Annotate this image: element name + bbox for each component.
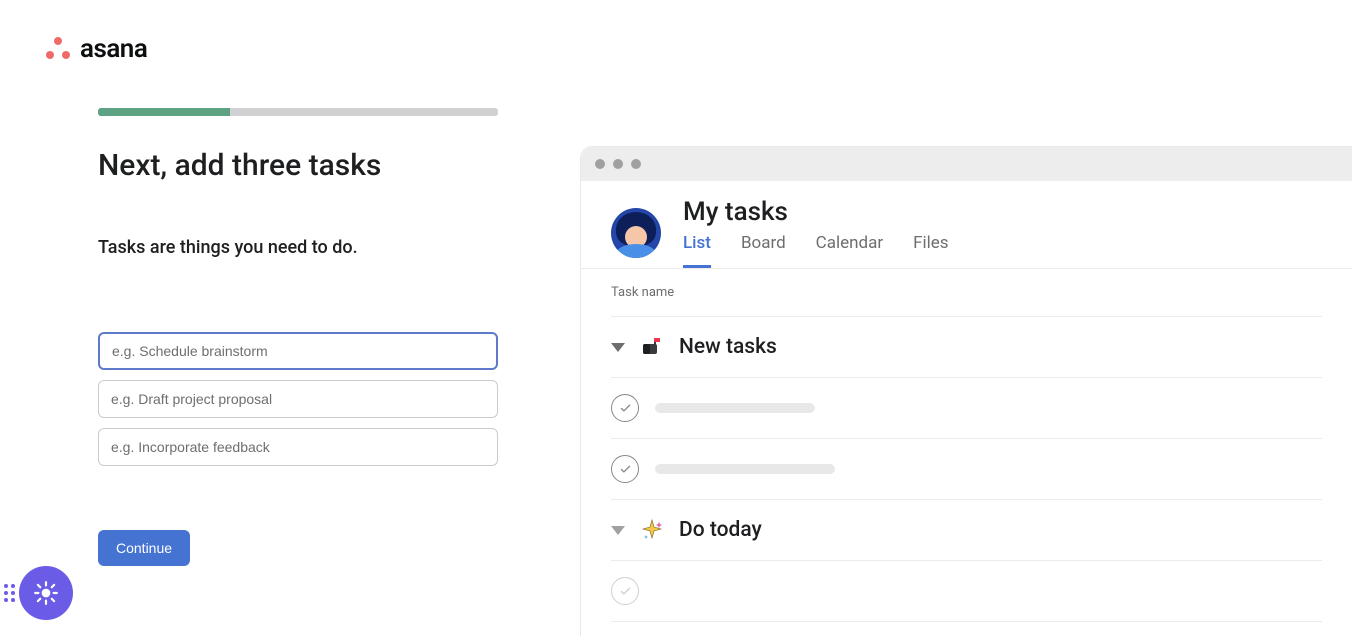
check-circle-icon[interactable]	[611, 577, 639, 605]
chevron-down-icon	[611, 343, 625, 352]
task-placeholder	[655, 403, 815, 413]
task-row[interactable]	[611, 560, 1322, 622]
check-circle-icon[interactable]	[611, 394, 639, 422]
progress-fill	[98, 108, 230, 116]
chevron-down-icon	[611, 526, 625, 535]
tab-files[interactable]: Files	[913, 233, 948, 268]
section-new-tasks[interactable]: New tasks	[611, 316, 1322, 377]
tab-calendar[interactable]: Calendar	[816, 233, 883, 268]
floating-widget[interactable]	[4, 566, 73, 620]
tab-board[interactable]: Board	[741, 233, 786, 268]
avatar	[611, 208, 661, 258]
task-inputs-group	[98, 332, 498, 466]
section-do-today[interactable]: Do today	[611, 499, 1322, 560]
sparkle-icon	[639, 518, 665, 542]
tab-list[interactable]: List	[683, 233, 711, 268]
section-title: Do today	[679, 518, 762, 542]
traffic-light-icon	[631, 159, 641, 169]
task-row[interactable]	[611, 377, 1322, 438]
brand-name: asana	[80, 34, 147, 64]
section-title: New tasks	[679, 335, 777, 359]
preview-tabs: List Board Calendar Files	[683, 233, 949, 268]
task-input-3[interactable]	[98, 428, 498, 466]
check-circle-icon[interactable]	[611, 455, 639, 483]
window-chrome	[581, 147, 1352, 181]
preview-body: Task name New tasks	[581, 269, 1352, 622]
task-input-1[interactable]	[98, 332, 498, 370]
task-row[interactable]	[611, 438, 1322, 499]
traffic-light-icon	[613, 159, 623, 169]
preview-header: My tasks List Board Calendar Files	[581, 181, 1352, 269]
preview-window: My tasks List Board Calendar Files Task …	[580, 146, 1352, 636]
task-placeholder	[655, 464, 835, 474]
mailbox-icon	[639, 335, 665, 359]
brand-logo: asana	[46, 34, 147, 64]
task-input-2[interactable]	[98, 380, 498, 418]
progress-bar	[98, 108, 498, 116]
traffic-light-icon	[595, 159, 605, 169]
onboarding-heading: Next, add three tasks	[98, 148, 498, 183]
onboarding-subheading: Tasks are things you need to do.	[98, 237, 498, 258]
assistant-button[interactable]	[19, 566, 73, 620]
logo-icon	[46, 37, 70, 61]
onboarding-pane: Next, add three tasks Tasks are things y…	[98, 108, 498, 566]
column-header-task-name: Task name	[611, 269, 1322, 316]
preview-title: My tasks	[683, 197, 949, 227]
drag-handle-icon[interactable]	[4, 584, 15, 602]
continue-button[interactable]: Continue	[98, 530, 190, 566]
